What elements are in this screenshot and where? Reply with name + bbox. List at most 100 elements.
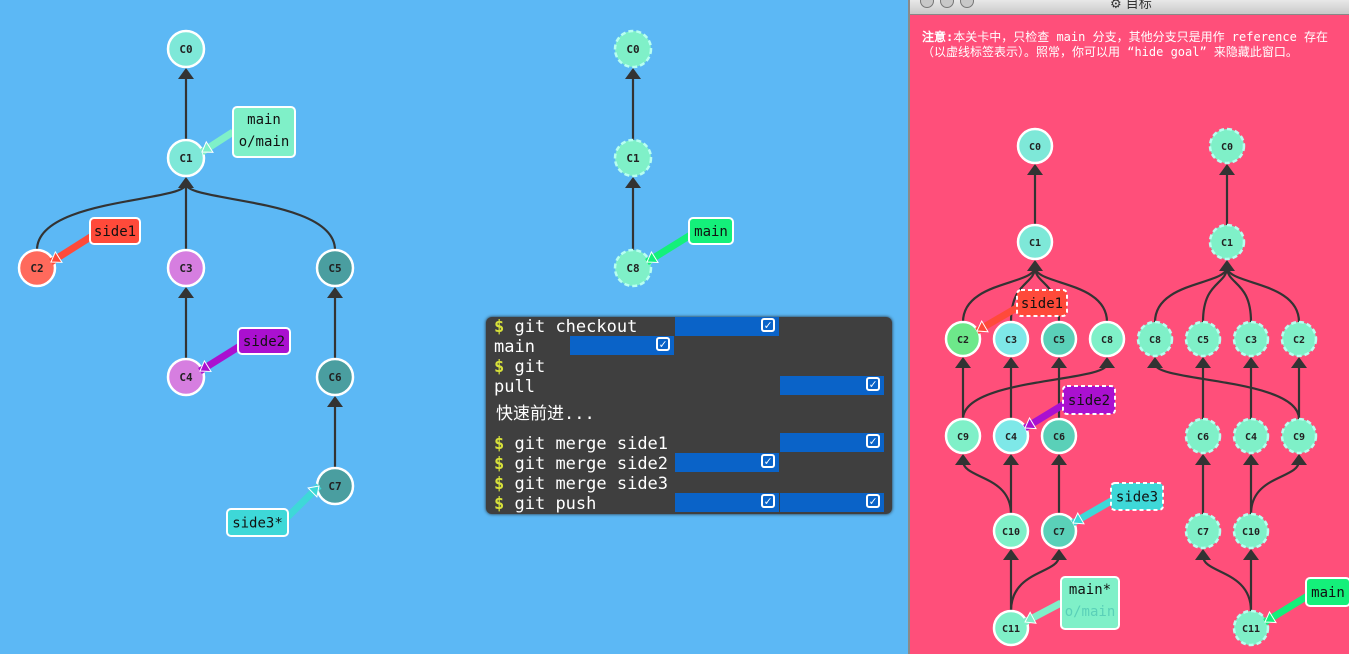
parent-arrowhead — [1243, 357, 1259, 368]
branch-tag: side3* — [226, 483, 322, 537]
branch-name: side1 — [94, 224, 136, 240]
commit-id-label: C1 — [626, 152, 640, 165]
commit-edge — [1225, 266, 1301, 323]
commit-id-label: C3 — [1005, 335, 1017, 346]
commit-id-label: C1 — [179, 152, 193, 165]
command-text: git merge side2 — [514, 454, 669, 474]
commit-id-label: C2 — [1293, 335, 1305, 346]
commit-id-label: C10 — [1242, 527, 1260, 538]
goal-window[interactable]: ⚙ 目标 注意:本关卡中，只检查 main 分支，其他分支只是用作 refere… — [908, 0, 1349, 654]
prompt-symbol: $ — [494, 434, 505, 454]
command-status-bar: ✓ — [780, 376, 884, 395]
prompt-symbol: $ — [494, 454, 505, 474]
commit-node: C0 — [613, 29, 653, 69]
parent-arrowhead — [178, 177, 194, 188]
commit-id-label: C4 — [1005, 432, 1017, 443]
goal-remote-tree: C0 C1 C8 C5 C3 C2 C6 C4 C9 C7 C10 C11 main — [1136, 127, 1349, 647]
commit-node: C11 — [992, 609, 1030, 647]
commit-node: C1 — [1016, 223, 1054, 261]
commit-id-label: C9 — [957, 432, 969, 443]
check-icon: ✓ — [866, 434, 880, 448]
check-icon: ✓ — [761, 318, 775, 332]
commit-id-label: C5 — [328, 262, 341, 275]
branch-tag: main — [1263, 577, 1349, 625]
parent-arrowhead — [1219, 260, 1235, 271]
parent-arrowhead — [327, 287, 343, 298]
command-text: git checkout — [514, 317, 638, 337]
parent-arrowhead — [1051, 357, 1067, 368]
parent-arrowhead — [1243, 549, 1259, 560]
commit-id-label: C4 — [179, 371, 193, 384]
commit-node: C2 — [1280, 320, 1318, 358]
commit-edge — [1009, 555, 1061, 612]
terminal-line: $ git push — [494, 494, 596, 514]
commit-id-label: C5 — [1197, 335, 1209, 346]
commit-node: C3 — [166, 248, 206, 288]
commit-node: C4 — [992, 417, 1030, 455]
parent-arrowhead — [1051, 549, 1067, 560]
commit-id-label: C11 — [1242, 624, 1260, 635]
prompt-symbol: $ — [494, 474, 505, 494]
command-terminal: ✓ ✓ ✓ ✓ ✓ ✓ ✓ $ git checkout main $ git … — [486, 317, 892, 514]
branch-name: main* — [1069, 582, 1111, 598]
branch-name: side3* — [232, 516, 283, 532]
branch-tag: side3 — [1071, 482, 1164, 527]
command-text: git merge side3 — [514, 474, 669, 494]
commit-node: C5 — [1184, 320, 1222, 358]
parent-arrowhead — [1243, 454, 1259, 465]
output-text: 快速前进... — [496, 404, 595, 424]
commit-node: C7 — [315, 466, 355, 506]
parent-arrowhead — [955, 454, 971, 465]
branch-tag: main o/main — [200, 106, 296, 158]
check-icon: ✓ — [761, 454, 775, 468]
branch-name: main — [247, 112, 281, 128]
check-icon: ✓ — [866, 494, 880, 508]
commit-node: C9 — [1280, 417, 1318, 455]
branch-tag: side1 — [49, 217, 141, 265]
prompt-symbol: $ — [494, 494, 505, 514]
commit-id-label: C7 — [328, 480, 341, 493]
command-status-bar: ✓ — [675, 493, 779, 512]
commit-edge — [1153, 363, 1301, 420]
command-status-bar: ✓ — [675, 317, 779, 336]
branch-tag: main* o/main — [1023, 576, 1120, 630]
commit-id-label: C6 — [1197, 432, 1209, 443]
goal-graph-canvas: C0 C1 C2 C3 C5 C8 C9 C4 C6 C10 C7 C11 side1 side2 side… — [944, 127, 1349, 647]
terminal-line: main — [494, 337, 535, 357]
commit-id-label: C10 — [1002, 527, 1020, 538]
commit-node: C9 — [944, 417, 982, 455]
commit-node: C6 — [315, 357, 355, 397]
command-status-bar: ✓ — [780, 433, 884, 452]
commit-edge — [1153, 266, 1229, 323]
command-text: pull — [494, 377, 535, 397]
parent-arrowhead — [1027, 164, 1043, 175]
parent-arrowhead — [1003, 549, 1019, 560]
commit-node: C2 — [17, 248, 57, 288]
commit-node: C7 — [1184, 512, 1222, 550]
commit-id-label: C1 — [1221, 238, 1233, 249]
parent-arrowhead — [178, 68, 194, 79]
parent-arrowhead — [327, 396, 343, 407]
parent-arrowhead — [625, 68, 641, 79]
commit-node: C3 — [1232, 320, 1270, 358]
command-status-bar: ✓ — [675, 453, 779, 472]
commit-node: C1 — [166, 138, 206, 178]
command-text: main — [494, 337, 535, 357]
terminal-output-line: 快速前进... — [496, 404, 595, 424]
commit-edge — [1249, 460, 1301, 515]
check-icon: ✓ — [656, 337, 670, 351]
commit-node: C0 — [1208, 127, 1246, 165]
branch-name: side1 — [1021, 296, 1063, 312]
commit-node: C4 — [1232, 417, 1270, 455]
terminal-line: $ git checkout — [494, 317, 637, 337]
commit-id-label: C7 — [1053, 527, 1065, 538]
commit-node: C4 — [166, 357, 206, 397]
parent-arrowhead — [1051, 454, 1067, 465]
parent-arrowhead — [1195, 454, 1211, 465]
commit-node: C3 — [992, 320, 1030, 358]
parent-arrowhead — [1147, 357, 1163, 368]
branch-name: main — [694, 224, 728, 240]
commit-node: C0 — [1016, 127, 1054, 165]
commit-id-label: C0 — [1221, 142, 1233, 153]
command-status-bar: ✓ — [780, 493, 884, 512]
